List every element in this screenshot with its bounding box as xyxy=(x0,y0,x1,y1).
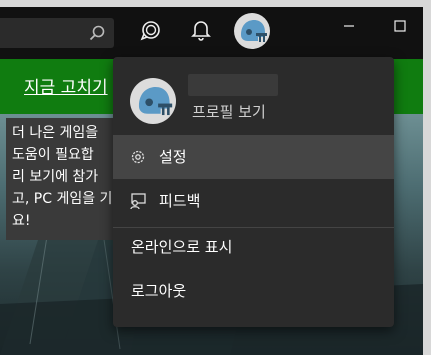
helmet-icon xyxy=(241,20,267,42)
feedback-icon xyxy=(130,193,146,210)
profile-dropdown-menu: 프로필 보기 설정 피드백 온라인으로 표시 로그아웃 xyxy=(113,57,394,327)
chat-icon[interactable] xyxy=(139,18,163,42)
profile-avatar[interactable] xyxy=(130,78,176,124)
view-profile-link[interactable]: 프로필 보기 xyxy=(192,101,266,122)
menu-item-label: 설정 xyxy=(159,148,187,166)
avatar[interactable] xyxy=(234,13,270,49)
search-box[interactable] xyxy=(0,18,114,48)
title-bar xyxy=(0,7,423,52)
helmet-icon xyxy=(138,86,173,116)
profile-name xyxy=(188,74,278,96)
menu-item-label: 로그아웃 xyxy=(131,282,187,300)
bell-icon[interactable] xyxy=(189,18,213,42)
fix-now-link[interactable]: 지금 고치기 xyxy=(24,73,108,98)
minimize-icon[interactable] xyxy=(340,17,358,35)
menu-item-settings[interactable]: 설정 xyxy=(113,135,394,179)
gear-icon xyxy=(131,150,145,164)
menu-item-logout[interactable]: 로그아웃 xyxy=(113,269,394,313)
menu-item-label: 온라인으로 표시 xyxy=(131,238,233,256)
search-icon[interactable] xyxy=(88,24,106,42)
menu-item-appear-online[interactable]: 온라인으로 표시 xyxy=(113,225,394,269)
maximize-icon[interactable] xyxy=(391,17,409,35)
menu-item-feedback[interactable]: 피드백 xyxy=(113,179,394,223)
menu-item-label: 피드백 xyxy=(159,192,201,210)
